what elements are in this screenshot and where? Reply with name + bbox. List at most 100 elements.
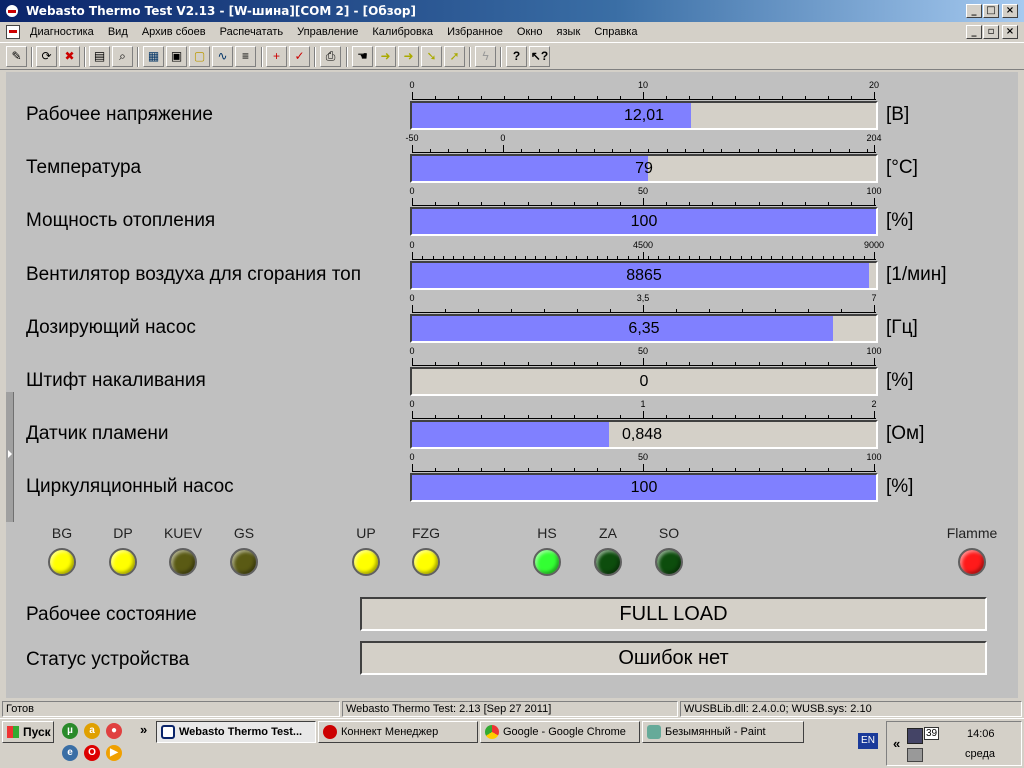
hand-icon[interactable]: ☚ <box>352 46 373 67</box>
side-collapse-tab[interactable] <box>6 392 14 522</box>
scale-minor-tick <box>863 255 865 260</box>
measurement-label: Мощность отопления <box>26 210 216 232</box>
scale-tick-label: 0 <box>409 399 415 410</box>
mdi-restore-button[interactable]: ▫ <box>983 25 999 39</box>
scale-minor-tick <box>527 202 529 207</box>
clock-time[interactable]: 14:06 <box>967 728 995 740</box>
scale-major-tick <box>643 92 644 100</box>
close-button[interactable]: × <box>1002 4 1018 18</box>
opera-icon[interactable]: O <box>84 745 100 761</box>
scale-tick-label: 0 <box>409 452 415 463</box>
help-pointer-icon[interactable]: ↖? <box>529 46 550 67</box>
chart-icon[interactable]: ▦ <box>143 46 164 67</box>
battery-icon[interactable] <box>907 748 923 762</box>
menu-language[interactable]: язык <box>557 26 581 38</box>
document-menu-icon[interactable] <box>6 25 20 39</box>
title-bar[interactable]: Webasto Thermo Test V2.13 - [W-шина][COM… <box>0 0 1024 22</box>
scale-minor-tick <box>463 255 465 260</box>
quicklaunch-chevron[interactable]: » <box>140 722 147 737</box>
tray-number-badge[interactable]: 39 <box>924 727 940 740</box>
scale-minor-tick <box>630 149 632 154</box>
scale-minor-tick <box>850 96 852 100</box>
measurement-unit: [Гц] <box>886 316 918 338</box>
task-chrome[interactable]: Google - Google Chrome <box>480 721 640 743</box>
menu-error-archive[interactable]: Архив сбоев <box>142 26 206 38</box>
graph-icon[interactable]: ∿ <box>212 46 233 67</box>
scale-minor-tick <box>804 415 806 420</box>
mdi-close-button[interactable]: × <box>1002 25 1018 39</box>
tray-expand-icon[interactable]: « <box>893 736 900 751</box>
language-indicator[interactable]: EN <box>858 733 878 749</box>
arrow-alt-icon[interactable]: ➚ <box>444 46 465 67</box>
chrome-icon[interactable]: ● <box>106 723 122 739</box>
scale-minor-tick <box>619 202 621 207</box>
scale-minor-tick <box>466 149 468 154</box>
scale-minor-tick <box>445 308 446 313</box>
menu-calibration[interactable]: Калибровка <box>372 26 433 38</box>
mdi-minimize-button[interactable]: _ <box>966 25 982 39</box>
scale-minor-tick <box>550 468 552 473</box>
window-icon[interactable]: ▣ <box>166 46 187 67</box>
menu-window[interactable]: Окно <box>517 26 543 38</box>
scale-minor-tick <box>802 255 804 260</box>
arrow-icon[interactable]: ➜ <box>375 46 396 67</box>
scale-major-tick <box>412 358 413 366</box>
start-button[interactable]: Пуск <box>2 721 54 743</box>
measurement-value: 0 <box>639 373 649 390</box>
add-icon[interactable]: + <box>266 46 287 67</box>
status-ready: Готов <box>2 701 340 717</box>
print-icon[interactable]: ⎙ <box>320 46 341 67</box>
scale-minor-tick <box>504 415 506 420</box>
scale-minor-tick <box>473 255 475 260</box>
status-bar: Готов Webasto Thermo Test: 2.13 [Sep 27 … <box>0 700 1024 718</box>
scale-tick-label: 100 <box>866 346 882 356</box>
browser-icon[interactable]: e <box>62 745 78 761</box>
scale-minor-tick <box>812 255 814 260</box>
check-icon[interactable]: ✓ <box>289 46 310 67</box>
scale-minor-tick <box>648 149 650 154</box>
media-player-icon[interactable]: ▶ <box>106 745 122 761</box>
minimize-button[interactable]: _ <box>966 4 982 18</box>
refresh-icon[interactable]: ⟳ <box>36 46 57 67</box>
menu-help[interactable]: Справка <box>594 26 637 38</box>
scale-minor-tick <box>758 202 760 207</box>
note-icon[interactable]: ✎ <box>6 46 27 67</box>
menu-print[interactable]: Распечатать <box>220 26 283 38</box>
menu-diagnostics[interactable]: Диагностика <box>30 26 94 38</box>
scale-minor-tick <box>808 308 809 313</box>
arrow-warning-icon[interactable]: ➜ <box>398 46 419 67</box>
help-icon[interactable]: ? <box>506 46 527 67</box>
app-icon[interactable] <box>4 3 20 19</box>
task-label: Google - Google Chrome <box>503 726 626 738</box>
measurement-unit: [%] <box>886 476 914 498</box>
lightning-icon[interactable]: ϟ <box>475 46 496 67</box>
scale-tick-label: 50 <box>637 346 649 356</box>
scale-minor-tick <box>596 255 598 260</box>
task-webasto[interactable]: Webasto Thermo Test... <box>156 721 316 743</box>
menu-favorites[interactable]: Избранное <box>447 26 503 38</box>
avast-icon[interactable]: a <box>84 723 100 739</box>
scale-minor-tick <box>458 202 460 207</box>
scale-minor-tick <box>804 202 806 207</box>
scale-major-tick <box>412 145 413 154</box>
arrow-down-icon[interactable]: ➘ <box>421 46 442 67</box>
utorrent-icon[interactable]: µ <box>62 723 78 739</box>
list-icon[interactable]: ≡ <box>235 46 256 67</box>
menu-view[interactable]: Вид <box>108 26 128 38</box>
scale-minor-tick <box>453 255 455 260</box>
scale-minor-tick <box>742 308 743 313</box>
scale-minor-tick <box>712 415 714 420</box>
yellow-window-icon[interactable]: ▢ <box>189 46 210 67</box>
menu-control[interactable]: Управление <box>297 26 358 38</box>
delete-icon[interactable]: ✖ <box>59 46 80 67</box>
maximize-button[interactable]: □ <box>983 4 999 18</box>
document-icon[interactable]: ▤ <box>89 46 110 67</box>
network-icon[interactable] <box>907 728 923 744</box>
scale-minor-tick <box>535 255 537 260</box>
scale-minor-tick <box>739 149 741 154</box>
task-connect-manager[interactable]: Коннект Менеджер <box>318 721 478 743</box>
search-document-icon[interactable]: ⌕ <box>112 46 133 67</box>
scale-minor-tick <box>458 362 460 366</box>
measurement-bar: 100 <box>410 473 878 503</box>
task-paint[interactable]: Безымянный - Paint <box>642 721 804 743</box>
